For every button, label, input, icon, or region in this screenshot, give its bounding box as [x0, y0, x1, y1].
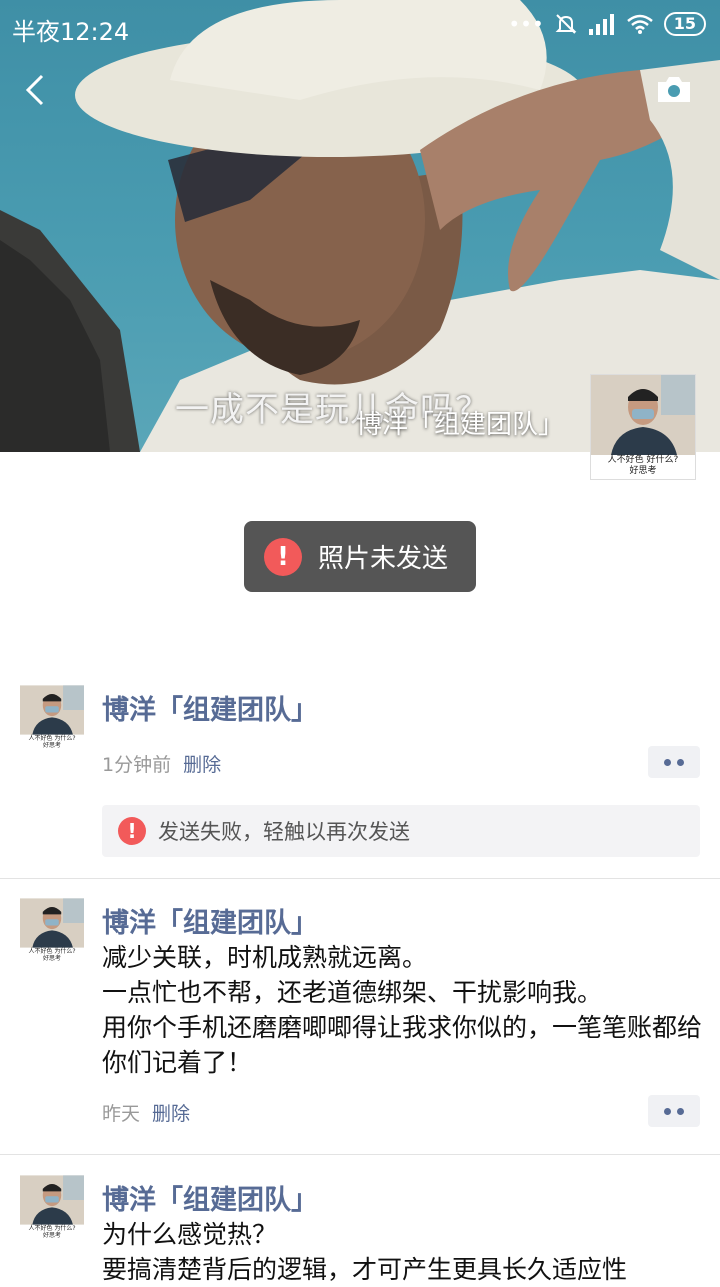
post-text-line: 用你个手机还磨磨唧唧得让我求你似的，一笔笔账都给你们记着了！ — [102, 1013, 703, 1077]
back-button[interactable] — [18, 70, 54, 110]
delete-link[interactable]: 删除 — [183, 754, 221, 776]
divider — [0, 878, 720, 879]
more-dots-icon — [664, 1107, 671, 1115]
cover-user-name[interactable]: 博洋「组建团队」 — [356, 404, 564, 441]
post-text-line: 一点忙也不帮，还老道德绑架、干扰影响我。 — [102, 978, 603, 1007]
status-icons: ••• 15 — [508, 12, 706, 36]
divider — [0, 1154, 720, 1155]
cover-avatar-caption-2: 好思考 — [629, 466, 657, 476]
back-arrow-icon — [25, 74, 44, 106]
avatar-caption: 人不好色 为什么? — [28, 948, 76, 955]
more-dots-icon — [677, 758, 684, 766]
signal-dots: ••• — [508, 12, 544, 36]
avatar-image — [20, 898, 84, 948]
more-button[interactable] — [648, 746, 700, 778]
status-bar: 半夜12:24 ••• 15 — [0, 0, 720, 52]
avatar-caption: 人不好色 为什么? — [28, 735, 76, 742]
post-time: 昨天 — [102, 1103, 141, 1125]
camera-icon — [658, 77, 690, 102]
moment-post: 人不好色 为什么? 好思考 博洋「组建团队」 1分钟前 删除 ! 发送失败，轻触以… — [0, 685, 720, 880]
post-text-line: 要搞清楚背后的逻辑，才可产生更具长久适应性 — [102, 1255, 628, 1284]
post-content: 减少关联，时机成熟就远离。 一点忙也不帮，还老道德绑架、干扰影响我。 用你个手机… — [102, 940, 702, 1080]
signal-icon — [588, 14, 614, 35]
post-author[interactable]: 博洋「组建团队」 — [102, 901, 318, 940]
moment-post: 人不好色 为什么? 好思考 博洋「组建团队」 减少关联，时机成熟就远离。 一点忙… — [0, 898, 720, 1153]
cover-avatar-caption-1: 人不好色 好什么? — [607, 455, 679, 465]
post-text-line: 为什么感觉热？ — [102, 1220, 278, 1249]
post-meta: 昨天 删除 — [102, 1099, 190, 1126]
avatar-image — [20, 685, 84, 735]
toast-text: 照片未发送 — [318, 544, 449, 574]
post-text-line: 减少关联，时机成熟就远离。 — [102, 943, 428, 972]
delete-link[interactable]: 删除 — [152, 1103, 190, 1125]
avatar-image — [591, 375, 695, 455]
battery-icon: 15 — [663, 12, 706, 36]
avatar-image — [20, 1175, 84, 1225]
moment-post: 人不好色 为什么? 好思考 博洋「组建团队」 为什么感觉热？ 要搞清楚背后的逻辑… — [0, 1175, 720, 1284]
post-time: 1分钟前 — [102, 754, 172, 776]
avatar[interactable]: 人不好色 为什么? 好思考 — [20, 1175, 84, 1239]
error-icon: ! — [118, 817, 146, 845]
wifi-icon — [626, 14, 653, 34]
error-icon: ! — [264, 537, 302, 576]
more-dots-icon — [664, 758, 671, 766]
more-dots-icon — [677, 1107, 684, 1115]
camera-button[interactable] — [656, 74, 692, 104]
avatar-caption: 人不好色 为什么? — [28, 1225, 76, 1232]
mute-icon — [555, 14, 577, 34]
more-button[interactable] — [648, 1095, 700, 1127]
cover-avatar[interactable]: 人不好色 好什么? 好思考 — [590, 374, 696, 480]
avatar[interactable]: 人不好色 为什么? 好思考 — [20, 898, 84, 962]
post-content: 为什么感觉热？ 要搞清楚背后的逻辑，才可产生更具长久适应性 — [102, 1217, 702, 1287]
status-time: 半夜12:24 — [12, 18, 130, 46]
photo-not-sent-toast: ! 照片未发送 — [244, 521, 476, 592]
post-meta: 1分钟前 删除 — [102, 750, 221, 777]
avatar-caption: 好思考 — [42, 1232, 61, 1239]
resend-text: 发送失败，轻触以再次发送 — [158, 820, 410, 844]
avatar-caption: 好思考 — [42, 955, 61, 962]
resend-bar[interactable]: ! 发送失败，轻触以再次发送 — [102, 805, 700, 857]
post-author[interactable]: 博洋「组建团队」 — [102, 1178, 318, 1217]
post-author[interactable]: 博洋「组建团队」 — [102, 688, 318, 727]
avatar[interactable]: 人不好色 为什么? 好思考 — [20, 685, 84, 749]
avatar-caption: 好思考 — [42, 742, 61, 749]
